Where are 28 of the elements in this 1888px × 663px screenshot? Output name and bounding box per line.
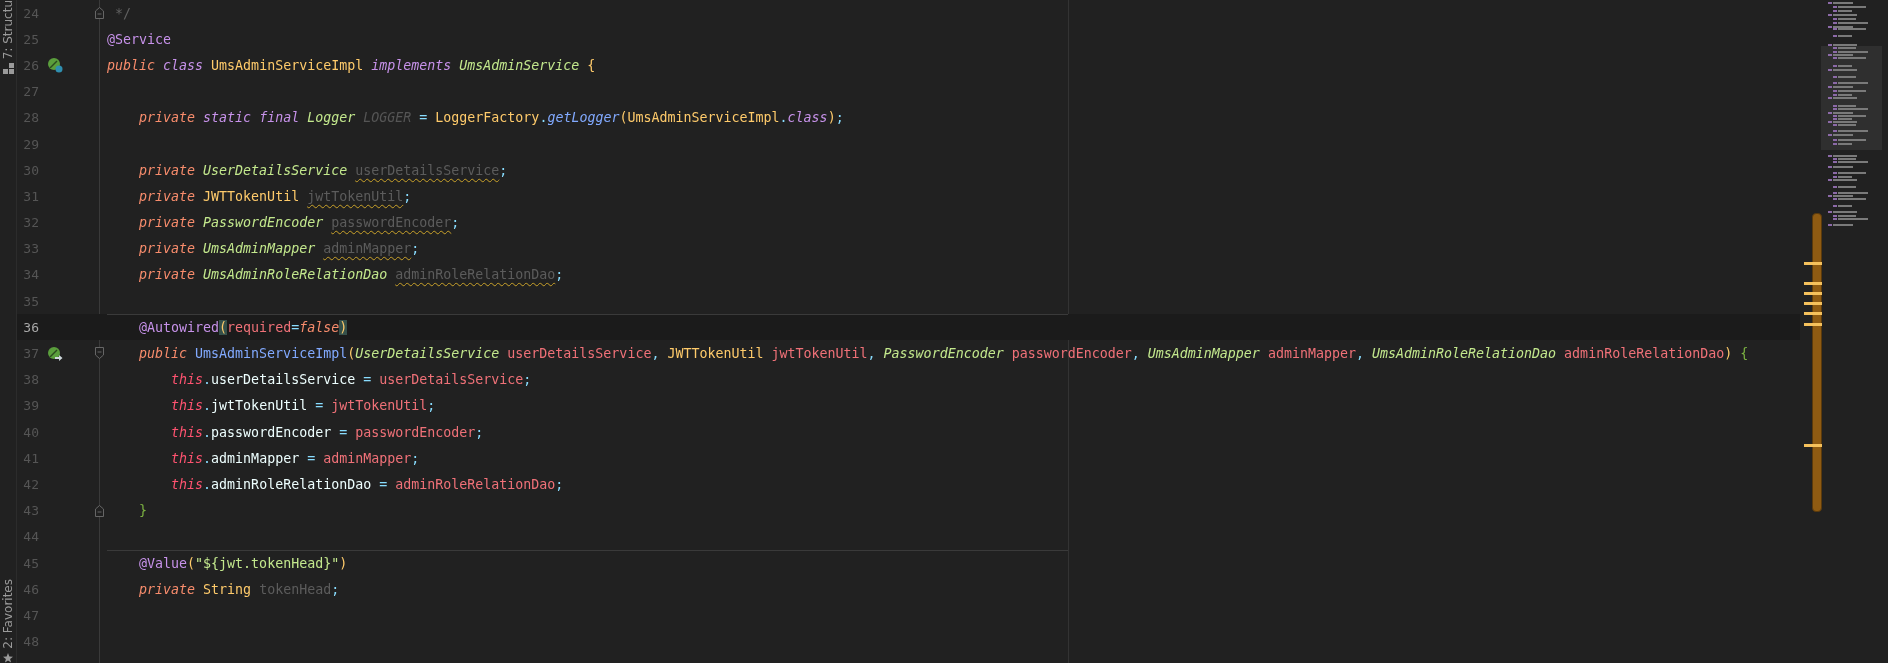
fold-icon[interactable] bbox=[95, 347, 104, 360]
code-line: public class UmsAdminServiceImpl implements UmsAdminService { bbox=[107, 57, 596, 73]
tool-window-button[interactable]: 2: Favorites bbox=[1, 579, 15, 649]
code-line: private JWTTokenUtil jwtTokenUtil; bbox=[138, 188, 412, 204]
code-line: @Value("${jwt.tokenHead}") bbox=[138, 555, 348, 571]
code-line: */ bbox=[114, 5, 132, 21]
code-line: public UmsAdminServiceImpl(UserDetailsService userDetailsService, JWTTokenUtil jwtTokenUtil, PasswordEncoder passwordEncoder, UmsAdminMapper adminMapper, UmsAdminRoleRelationDao adminRoleRelationDao) { bbox=[138, 346, 1749, 362]
structure-icon bbox=[2, 63, 14, 75]
code-line: private PasswordEncoder passwordEncoder; bbox=[138, 215, 460, 231]
code-line: this.userDetailsService = userDetailsService; bbox=[170, 372, 532, 388]
code-line: this.jwtTokenUtil = jwtTokenUtil; bbox=[170, 398, 436, 414]
code-line: this.adminRoleRelationDao = adminRoleRelationDao; bbox=[170, 476, 564, 492]
code-line: @Service bbox=[107, 31, 172, 47]
fold-icon[interactable] bbox=[95, 504, 104, 517]
code-line: private UmsAdminRoleRelationDao adminRoleRelationDao; bbox=[138, 267, 564, 283]
star-icon bbox=[2, 653, 14, 663]
code-line: this.adminMapper = adminMapper; bbox=[170, 450, 420, 466]
fold-icon[interactable] bbox=[95, 7, 104, 19]
code-line: @Autowired(required=false) bbox=[138, 319, 348, 335]
tool-window-button[interactable]: 7: Structu bbox=[1, 0, 15, 60]
leaf-icon[interactable] bbox=[47, 57, 63, 74]
code-line: private UserDetailsService userDetailsService; bbox=[138, 162, 508, 178]
code-line: private UmsAdminMapper adminMapper; bbox=[138, 241, 420, 257]
code-line: this.passwordEncoder = passwordEncoder; bbox=[170, 424, 484, 440]
code-line: } bbox=[138, 503, 148, 519]
scrollbar-thumb[interactable] bbox=[1812, 213, 1822, 512]
line-number: 36 bbox=[22, 319, 39, 335]
code-line: private String tokenHead; bbox=[138, 581, 340, 597]
